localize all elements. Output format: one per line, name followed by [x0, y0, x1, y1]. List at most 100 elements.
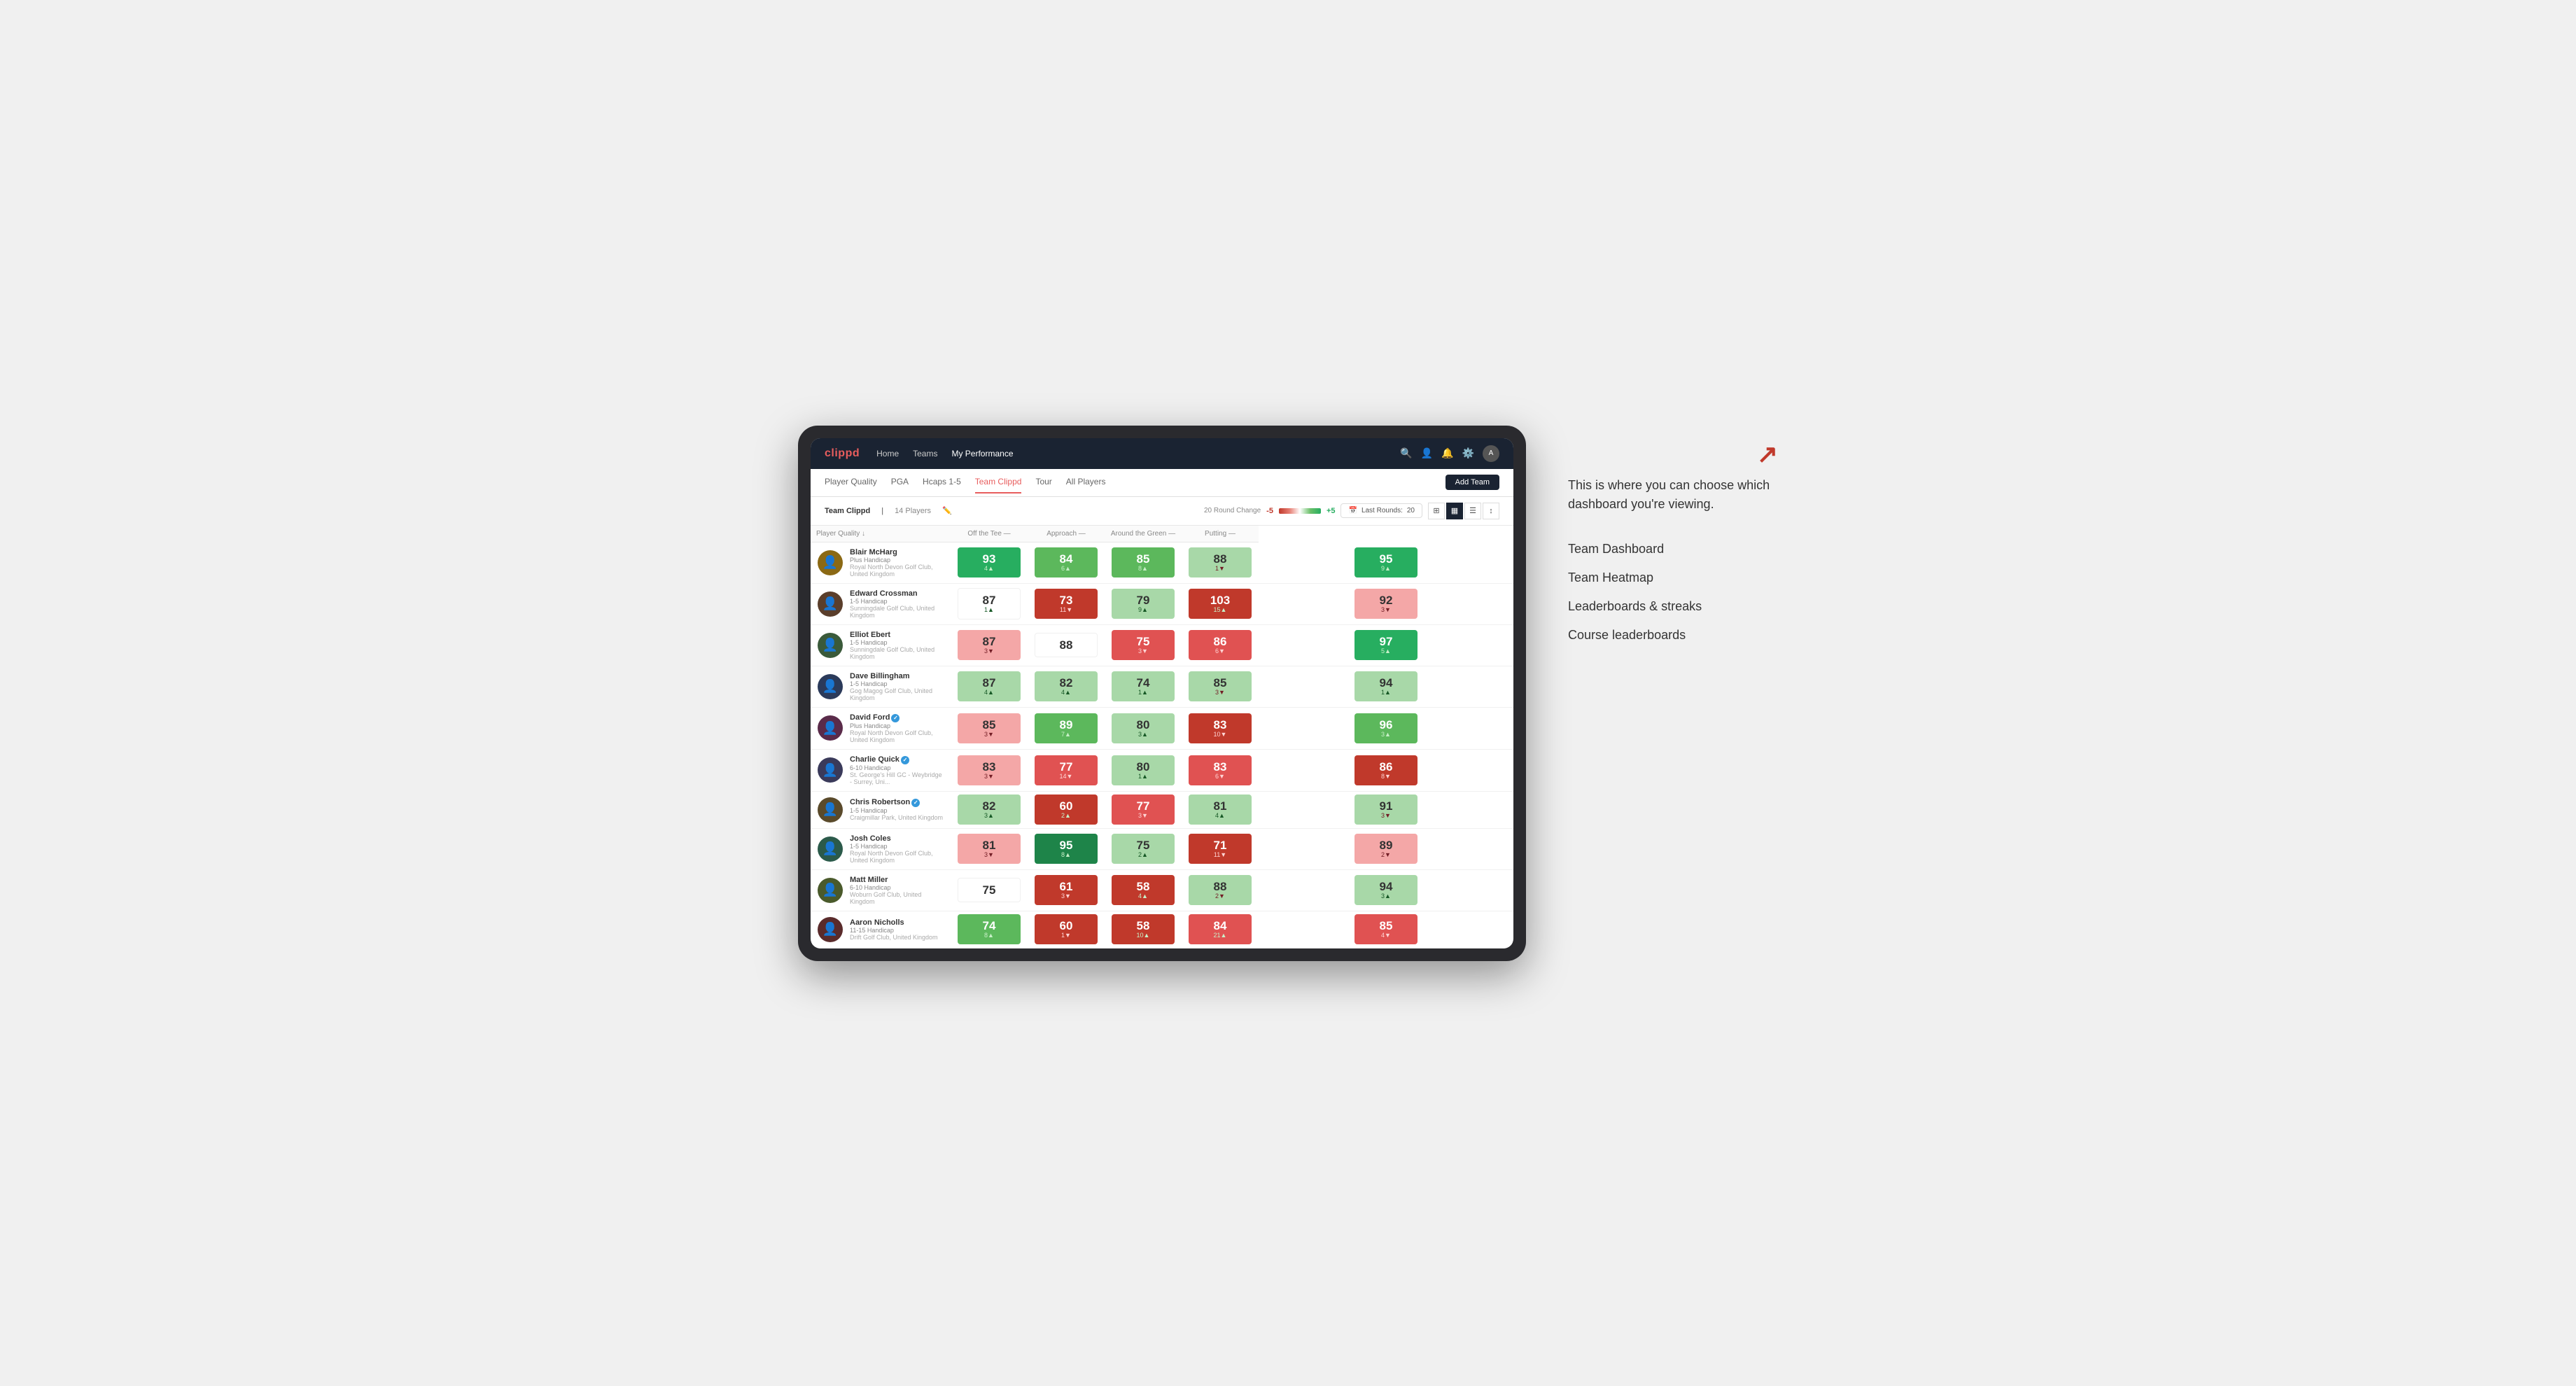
metric-inner: 87 4▲ — [983, 677, 996, 696]
last-rounds-button[interactable]: 📅 Last Rounds: 20 — [1340, 503, 1422, 518]
sort-view-button[interactable]: ↕ — [1483, 503, 1499, 519]
player-avatar: 👤 — [818, 550, 843, 575]
metric-delta: 10▼ — [1214, 731, 1227, 738]
metric-inner: 85 8▲ — [1137, 553, 1150, 572]
th-player-quality[interactable]: Player Quality ↓ — [811, 526, 951, 542]
metric-inner: 87 3▼ — [983, 636, 996, 654]
tab-pgat[interactable]: Player Quality — [825, 471, 877, 493]
add-team-button[interactable]: Add Team — [1446, 475, 1499, 490]
metric-value: 83 — [1214, 719, 1227, 731]
nav-link-home[interactable]: Home — [876, 446, 899, 461]
annotation-item-4: Course leaderboards — [1568, 621, 1778, 650]
metric-value: 74 — [983, 920, 996, 932]
annotation-item-3: Leaderboards & streaks — [1568, 592, 1778, 621]
metric-cell: 87 4▲ — [951, 666, 1028, 707]
player-info: Matt Miller 6-10 Handicap Woburn Golf Cl… — [850, 876, 944, 905]
metric-box: 87 3▼ — [958, 630, 1021, 660]
metric-inner: 61 3▼ — [1060, 881, 1073, 899]
metric-delta: 3▼ — [1138, 812, 1148, 819]
metric-box: 88 — [1035, 633, 1098, 657]
metric-cell: 89 2▼ — [1259, 828, 1513, 869]
player-cell[interactable]: 👤 Josh Coles 1-5 Handicap Royal North De… — [811, 828, 951, 869]
metric-value: 60 — [1060, 920, 1073, 932]
metric-cell: 86 8▼ — [1259, 749, 1513, 791]
metric-value: 74 — [1137, 677, 1150, 689]
player-cell[interactable]: 👤 Charlie Quick✓ 6-10 Handicap St. Georg… — [811, 749, 951, 791]
table-row: 👤 Matt Miller 6-10 Handicap Woburn Golf … — [811, 869, 1513, 911]
tab-pga[interactable]: PGA — [891, 471, 909, 493]
metric-box: 73 11▼ — [1035, 589, 1098, 619]
tab-all-players[interactable]: All Players — [1066, 471, 1106, 493]
metric-delta: 3▼ — [1138, 648, 1148, 654]
player-name: Matt Miller — [850, 876, 944, 884]
metric-delta: 3▼ — [1381, 812, 1391, 819]
table-row: 👤 David Ford✓ Plus Handicap Royal North … — [811, 707, 1513, 749]
player-cell[interactable]: 👤 Aaron Nicholls 11-15 Handicap Drift Go… — [811, 911, 951, 948]
player-cell[interactable]: 👤 Blair McHarg Plus Handicap Royal North… — [811, 542, 951, 583]
metric-cell: 58 4▲ — [1105, 869, 1182, 911]
metric-cell: 58 10▲ — [1105, 911, 1182, 948]
metric-box: 91 3▼ — [1354, 794, 1418, 825]
heatmap-view-button[interactable]: ▦ — [1446, 503, 1463, 519]
player-cell[interactable]: 👤 Matt Miller 6-10 Handicap Woburn Golf … — [811, 869, 951, 911]
metric-box: 77 14▼ — [1035, 755, 1098, 785]
settings-icon[interactable]: ⚙️ — [1462, 447, 1474, 459]
search-icon[interactable]: 🔍 — [1400, 447, 1412, 459]
metric-value: 87 — [983, 677, 996, 689]
metric-delta: 2▲ — [1138, 851, 1148, 858]
bell-icon[interactable]: 🔔 — [1441, 447, 1453, 459]
metric-cell: 74 1▲ — [1105, 666, 1182, 707]
player-hcp: 6-10 Handicap — [850, 764, 944, 771]
th-off-tee[interactable]: Off the Tee — — [951, 526, 1028, 542]
metric-box: 74 8▲ — [958, 914, 1021, 944]
player-name: Josh Coles — [850, 834, 944, 843]
metric-value: 79 — [1137, 594, 1150, 606]
metric-box: 81 4▲ — [1189, 794, 1252, 825]
metric-cell: 82 4▲ — [1028, 666, 1105, 707]
metric-inner: 60 2▲ — [1060, 800, 1073, 819]
metric-inner: 94 3▲ — [1380, 881, 1393, 899]
metric-inner: 86 8▼ — [1380, 761, 1393, 780]
metric-box: 75 3▼ — [1112, 630, 1175, 660]
metric-delta: 2▼ — [1381, 851, 1391, 858]
th-approach[interactable]: Approach — — [1028, 526, 1105, 542]
metric-cell: 85 8▲ — [1105, 542, 1182, 583]
metric-value: 73 — [1060, 594, 1073, 606]
nav-link-teams[interactable]: Teams — [913, 446, 937, 461]
player-cell[interactable]: 👤 David Ford✓ Plus Handicap Royal North … — [811, 707, 951, 749]
tab-hcaps[interactable]: Hcaps 1-5 — [923, 471, 961, 493]
metric-cell: 60 2▲ — [1028, 791, 1105, 828]
nav-link-performance[interactable]: My Performance — [951, 446, 1013, 461]
metric-value: 85 — [1214, 677, 1227, 689]
metric-value: 77 — [1060, 761, 1073, 773]
player-cell[interactable]: 👤 Edward Crossman 1-5 Handicap Sunningda… — [811, 583, 951, 624]
metric-cell: 84 21▲ — [1182, 911, 1259, 948]
list-view-button[interactable]: ☰ — [1464, 503, 1481, 519]
tab-team-clippd[interactable]: Team Clippd — [975, 471, 1022, 493]
edit-icon[interactable]: ✏️ — [942, 506, 952, 515]
tab-tour[interactable]: Tour — [1035, 471, 1051, 493]
player-hcp: 1-5 Handicap — [850, 807, 943, 814]
th-around-green[interactable]: Around the Green — — [1105, 526, 1182, 542]
player-cell[interactable]: 👤 Dave Billingham 1-5 Handicap Gog Magog… — [811, 666, 951, 707]
metric-box: 86 8▼ — [1354, 755, 1418, 785]
avatar[interactable]: A — [1483, 445, 1499, 462]
player-cell[interactable]: 👤 Chris Robertson✓ 1-5 Handicap Craigmil… — [811, 791, 951, 828]
metric-inner: 92 3▼ — [1380, 594, 1393, 613]
user-icon[interactable]: 👤 — [1421, 447, 1433, 459]
metric-box: 85 4▼ — [1354, 914, 1418, 944]
table-row: 👤 Aaron Nicholls 11-15 Handicap Drift Go… — [811, 911, 1513, 948]
player-cell[interactable]: 👤 Elliot Ebert 1-5 Handicap Sunningdale … — [811, 624, 951, 666]
metric-value: 91 — [1380, 800, 1393, 812]
player-club: Royal North Devon Golf Club, United King… — [850, 729, 944, 743]
table-row: 👤 Charlie Quick✓ 6-10 Handicap St. Georg… — [811, 749, 1513, 791]
metric-delta: 3▼ — [984, 648, 994, 654]
metric-value: 96 — [1380, 719, 1393, 731]
player-club: Royal North Devon Golf Club, United King… — [850, 564, 944, 578]
player-name: Chris Robertson✓ — [850, 798, 943, 807]
th-putting[interactable]: Putting — — [1182, 526, 1259, 542]
metric-box: 60 2▲ — [1035, 794, 1098, 825]
grid-view-button[interactable]: ⊞ — [1428, 503, 1445, 519]
metric-cell: 75 — [951, 869, 1028, 911]
metric-value: 88 — [1060, 639, 1073, 651]
